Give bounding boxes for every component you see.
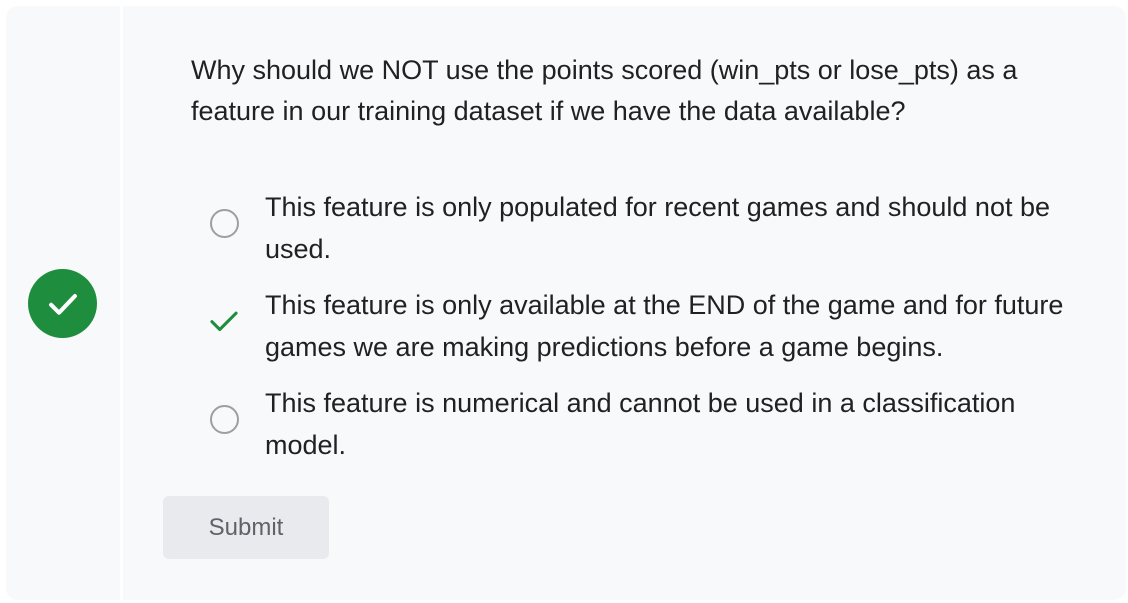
submit-button[interactable]: Submit xyxy=(163,496,329,559)
radio-button[interactable] xyxy=(207,304,241,338)
answer-options: This feature is only populated for recen… xyxy=(201,186,1081,480)
answer-option-1[interactable]: This feature is only populated for recen… xyxy=(201,186,1081,270)
answer-option-label: This feature is numerical and cannot be … xyxy=(265,388,1016,460)
question-text: Why should we NOT use the points scored … xyxy=(191,55,1018,126)
answer-option-label: This feature is only available at the EN… xyxy=(265,290,1064,362)
radio-circle-icon xyxy=(209,208,239,238)
radio-circle-icon xyxy=(209,404,239,434)
answer-option-3[interactable]: This feature is numerical and cannot be … xyxy=(201,382,1081,466)
answer-option-label: This feature is only populated for recen… xyxy=(265,192,1050,264)
answer-option-2[interactable]: This feature is only available at the EN… xyxy=(201,284,1081,368)
check-icon xyxy=(210,311,238,332)
radio-button[interactable] xyxy=(207,206,241,240)
status-column xyxy=(6,6,123,600)
check-icon xyxy=(48,293,77,315)
radio-button[interactable] xyxy=(207,402,241,436)
correct-status-badge xyxy=(28,269,97,338)
quiz-card: Why should we NOT use the points scored … xyxy=(6,6,1126,600)
